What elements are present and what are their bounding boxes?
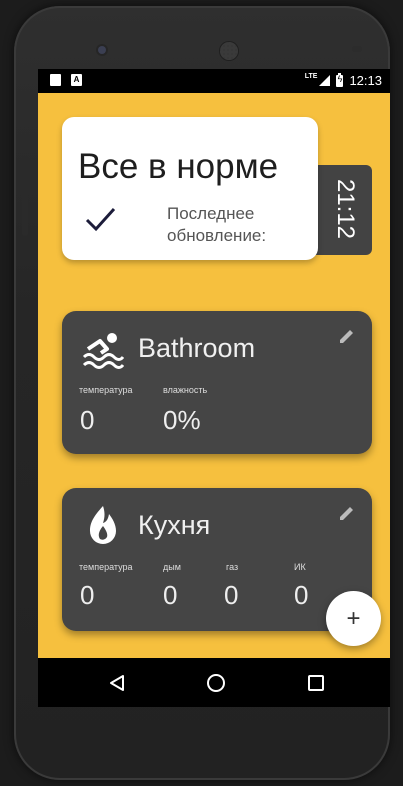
sensor-value-temperature: 0 — [80, 580, 95, 610]
front-camera — [98, 46, 106, 54]
sensor-value-smoke: 0 — [163, 580, 178, 610]
last-update-label-line2: обновление: — [167, 226, 267, 245]
status-title: Все в норме — [78, 147, 279, 186]
app-content: 21:12 Все в норме Последнее обновление: … — [38, 93, 390, 658]
last-update-time-tab: 21:12 — [309, 165, 372, 255]
sensor-label-smoke: дым — [163, 562, 181, 572]
screen: A LTE 12:13 21:12 Все в норме Последнее … — [38, 69, 390, 707]
sensor-label-gas: газ — [226, 562, 239, 572]
add-room-button[interactable]: + — [326, 591, 381, 646]
sensor-label-temperature: температура — [79, 562, 133, 572]
check-icon — [85, 207, 116, 232]
recents-button[interactable] — [304, 671, 328, 695]
sensor-value-ir: 0 — [294, 580, 309, 610]
back-button[interactable] — [105, 671, 129, 695]
status-time: 12:13 — [349, 73, 382, 88]
edit-pencil-icon[interactable] — [338, 327, 356, 345]
room-name: Кухня — [138, 510, 211, 540]
sensor-label-ir: ИК — [294, 562, 306, 572]
home-circle-icon — [207, 674, 225, 692]
a-notification-icon: A — [71, 74, 82, 86]
earpiece-speaker — [220, 42, 238, 60]
room-card-kitchen[interactable]: Кухня температура 0 дым 0 газ 0 ИК 0 — [62, 488, 372, 631]
sim-card-icon — [50, 74, 61, 86]
sensor-value-gas: 0 — [224, 580, 239, 610]
room-card-bathroom[interactable]: Bathroom температура 0 влажность 0% — [62, 311, 372, 454]
signal-icon — [319, 75, 331, 86]
status-icons: LTE 12:13 — [304, 72, 382, 88]
navigation-bar — [38, 658, 390, 707]
sensor-value-temperature: 0 — [80, 405, 95, 435]
sensor-value-humidity: 0% — [163, 405, 201, 435]
back-triangle-icon — [110, 675, 124, 691]
recents-square-icon — [308, 675, 324, 691]
proximity-sensor — [352, 46, 362, 52]
status-card[interactable]: Все в норме Последнее обновление: — [62, 117, 318, 260]
sensor-label-humidity: влажность — [163, 385, 208, 395]
edit-pencil-icon[interactable] — [338, 504, 356, 522]
last-update-label-line1: Последнее — [167, 204, 255, 223]
home-button[interactable] — [204, 671, 228, 695]
sensor-label-temperature: температура — [79, 385, 133, 395]
swimmer-icon — [82, 333, 124, 369]
notification-icons: A — [50, 74, 82, 86]
battery-charging-icon — [336, 72, 344, 87]
status-bar: A LTE 12:13 — [38, 69, 390, 93]
last-update-time: 21:12 — [332, 178, 359, 240]
network-type: LTE — [304, 73, 318, 80]
flame-icon — [90, 506, 116, 544]
last-update-label: Последнее обновление: — [167, 203, 266, 247]
side-button — [22, 156, 28, 236]
room-name: Bathroom — [138, 333, 256, 363]
